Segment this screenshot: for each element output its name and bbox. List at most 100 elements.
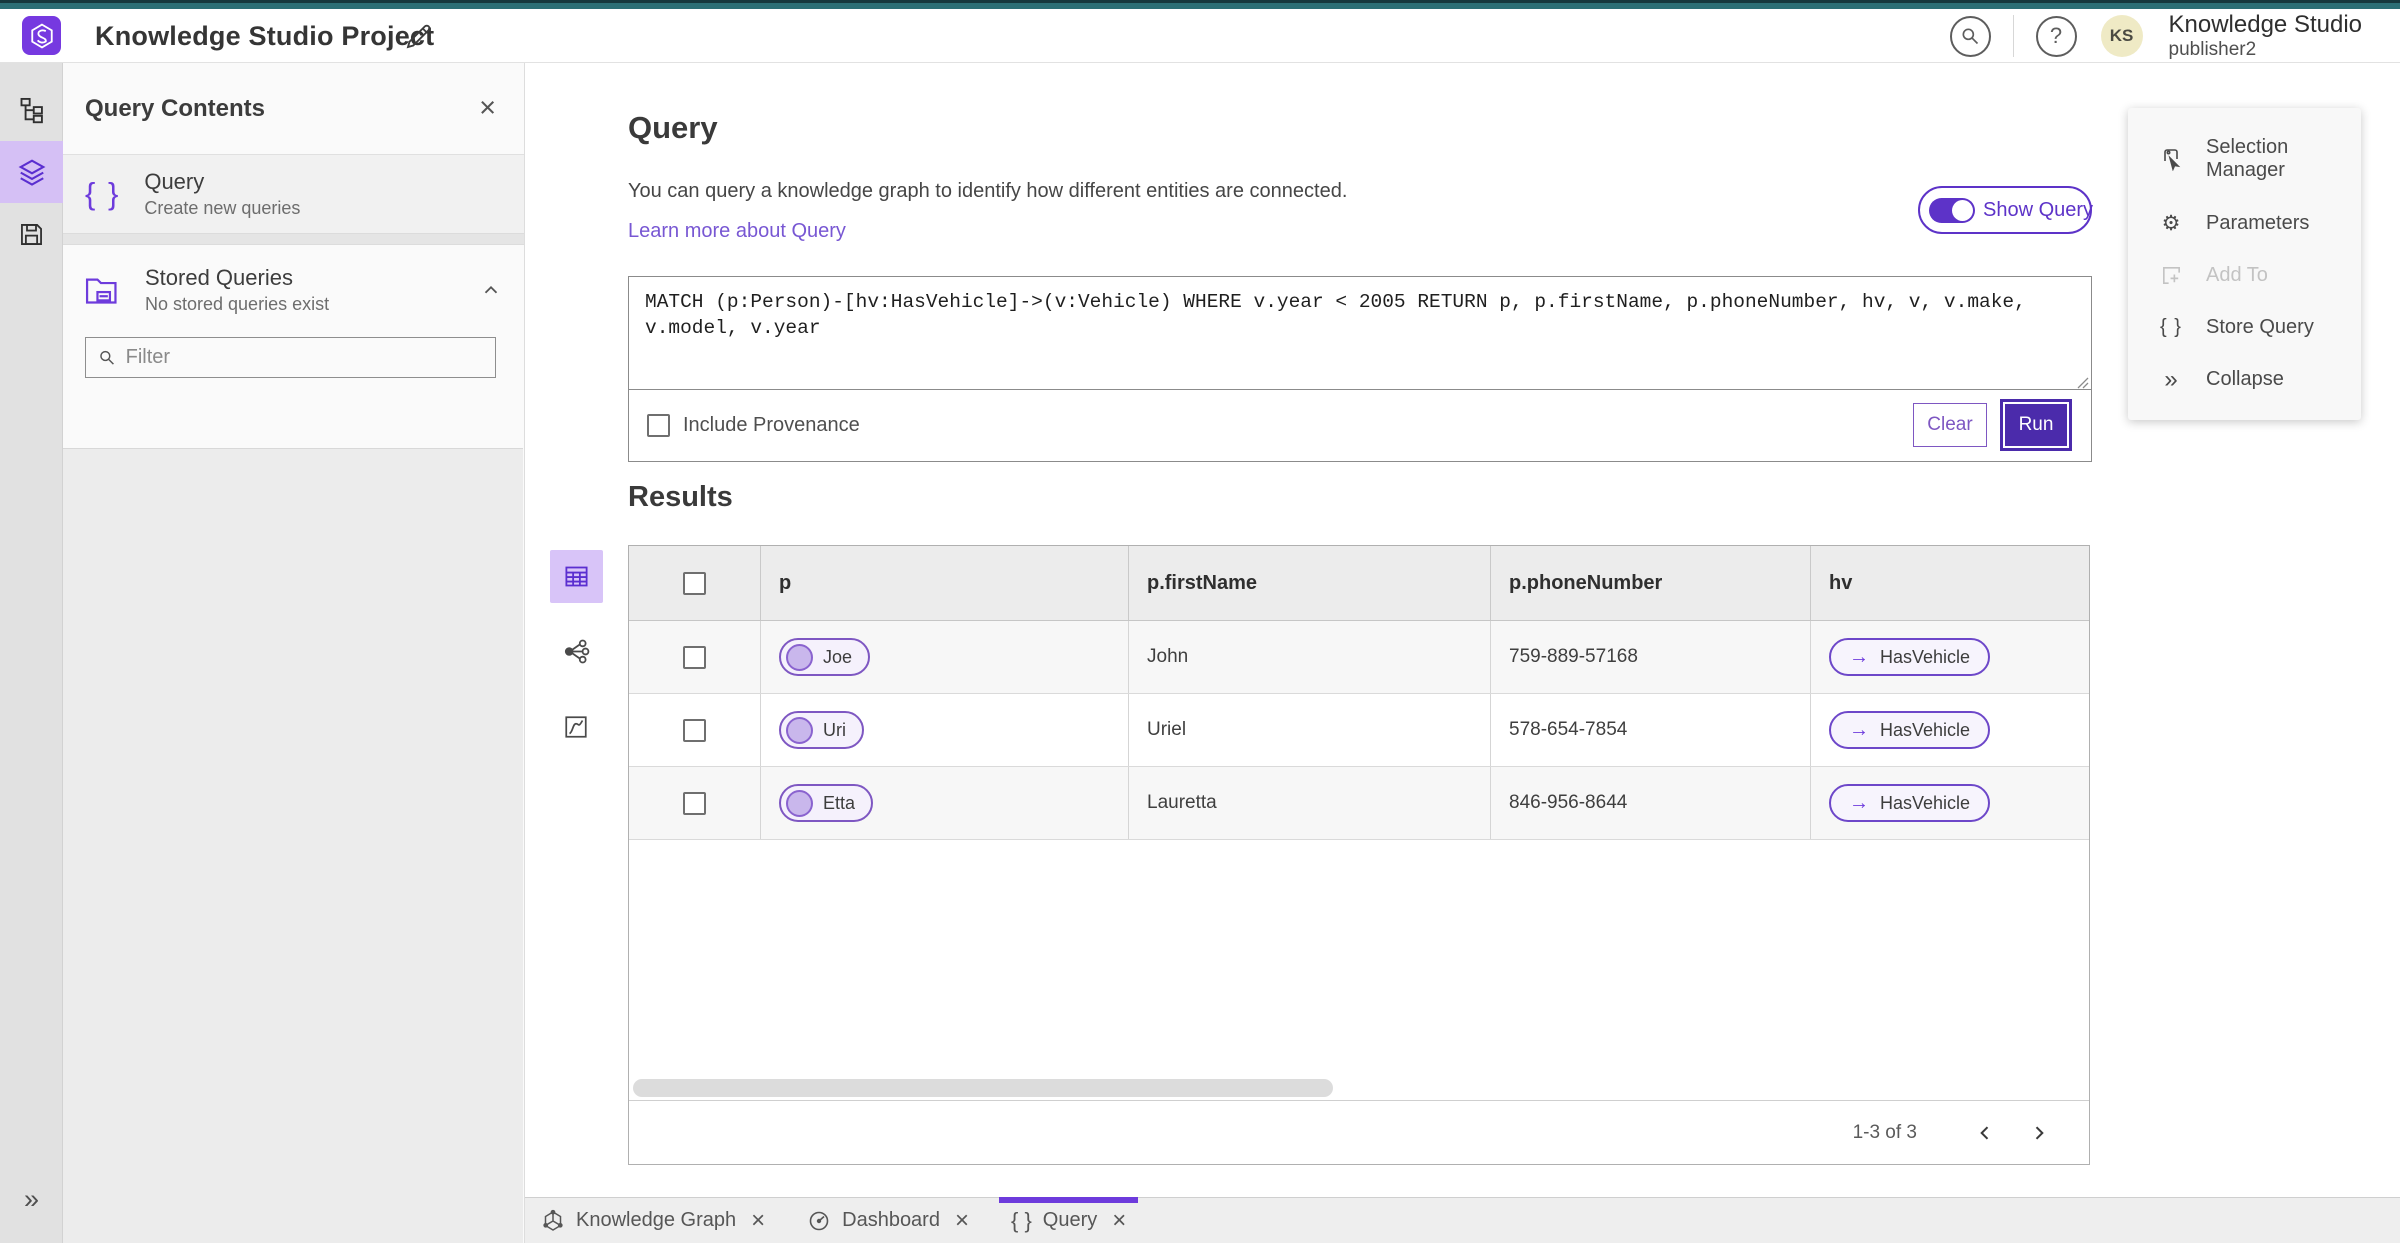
close-tab-icon[interactable]: ×: [751, 1208, 765, 1233]
cell-firstname: John: [1129, 621, 1491, 693]
help-button[interactable]: ?: [2035, 15, 2077, 57]
dashboard-icon: [809, 1211, 829, 1230]
query-contents-panel: Query Contents × { } Query Create new qu…: [63, 63, 525, 1243]
app-logo-icon[interactable]: [22, 16, 61, 55]
cell-phonenumber: 846-956-8644: [1491, 767, 1811, 839]
left-rail: »: [0, 63, 63, 1243]
collapse-icon: »: [2164, 365, 2178, 393]
graph-view-button[interactable]: [550, 625, 603, 678]
column-header-p[interactable]: p: [761, 546, 1129, 620]
table-row: Uri Uriel 578-654-7854 → HasVehicle: [629, 694, 2089, 767]
question-icon: ?: [2049, 23, 2063, 48]
stored-queries-title: Stored Queries: [145, 265, 293, 290]
row-checkbox[interactable]: [683, 718, 706, 742]
column-header-hv[interactable]: hv: [1811, 546, 2089, 620]
select-all-checkbox[interactable]: [683, 571, 706, 595]
query-list-item[interactable]: { } Query Create new queries: [63, 155, 524, 233]
selection-manager-icon: [2164, 149, 2181, 172]
toggle-on-icon: [1929, 197, 1975, 223]
tab-dashboard[interactable]: Dashboard ×: [803, 1198, 973, 1243]
close-tab-icon[interactable]: ×: [955, 1208, 969, 1233]
query-item-title: Query: [144, 169, 205, 194]
panel-title: Query Contents: [85, 94, 266, 122]
clear-button[interactable]: Clear: [1913, 403, 1987, 447]
save-icon: [21, 223, 42, 245]
results-heading: Results: [628, 481, 733, 513]
relationship-chip[interactable]: → HasVehicle: [1829, 711, 1991, 749]
previous-page-button[interactable]: [1965, 1113, 2005, 1153]
tab-knowledge-graph[interactable]: Knowledge Graph ×: [537, 1198, 769, 1243]
query-controls: Include Provenance Clear Run: [629, 390, 2091, 460]
main-content: Query You can query a knowledge graph to…: [525, 63, 2400, 1197]
product-name: Knowledge Studio: [2168, 10, 2362, 38]
parameters-item[interactable]: ⚙ Parameters: [2128, 211, 2361, 236]
row-checkbox[interactable]: [683, 645, 706, 669]
entity-chip[interactable]: Uri: [779, 711, 864, 749]
learn-more-link[interactable]: Learn more about Query: [628, 220, 846, 243]
filter-input[interactable]: [125, 346, 483, 369]
chevron-left-icon: [1980, 1125, 1989, 1140]
menu-item-label: Selection Manager: [2206, 136, 2289, 182]
query-description: You can query a knowledge graph to ident…: [628, 180, 1348, 202]
tab-query[interactable]: { } Query ×: [998, 1196, 1139, 1243]
entity-chip[interactable]: Etta: [779, 784, 874, 822]
divider: [2012, 15, 2014, 57]
table-footer: 1-3 of 3: [629, 1100, 2089, 1164]
results-table: p p.firstName p.phoneNumber hv Joe John …: [628, 545, 2090, 1165]
next-page-button[interactable]: [2019, 1113, 2059, 1153]
cell-firstname: Lauretta: [1129, 767, 1491, 839]
hierarchy-icon: [20, 97, 43, 124]
column-header-phonenumber[interactable]: p.phoneNumber: [1491, 546, 1811, 620]
braces-icon: { }: [1010, 1207, 1032, 1233]
relationship-chip[interactable]: → HasVehicle: [1829, 784, 1991, 822]
close-panel-button[interactable]: ×: [479, 94, 496, 123]
layers-icon: [18, 159, 45, 186]
horizontal-scrollbar[interactable]: [633, 1079, 1333, 1097]
collapse-item[interactable]: » Collapse: [2128, 365, 2361, 393]
resize-grip-icon[interactable]: [2077, 377, 2089, 389]
filter-box: [85, 337, 496, 378]
top-strip: [0, 0, 2400, 9]
braces-icon: { }: [2160, 316, 2182, 339]
table-icon: [564, 566, 588, 587]
query-heading: Query: [628, 110, 718, 145]
search-icon: [1962, 28, 1979, 45]
data-model-rail-button[interactable]: [0, 79, 63, 141]
knowledge-graph-icon: [543, 1209, 563, 1231]
user-block: Knowledge Studio publisher2: [2168, 10, 2362, 60]
row-checkbox[interactable]: [683, 791, 706, 815]
expand-panel-button[interactable]: »: [0, 1184, 63, 1215]
table-header-row: p p.firstName p.phoneNumber hv: [629, 546, 2089, 621]
stored-queries-folder-icon: [85, 278, 117, 304]
column-header-firstname[interactable]: p.firstName: [1129, 546, 1491, 620]
selection-manager-item[interactable]: Selection Manager: [2128, 136, 2361, 182]
query-actions-menu: Selection Manager ⚙ Parameters Add To { …: [2128, 108, 2361, 420]
store-query-item[interactable]: { } Store Query: [2128, 316, 2361, 339]
menu-item-label: Store Query: [2206, 316, 2314, 339]
cell-phonenumber: 578-654-7854: [1491, 694, 1811, 766]
avatar[interactable]: KS: [2100, 15, 2143, 57]
query-editor[interactable]: MATCH (p:Person)-[hv:HasVehicle]->(v:Veh…: [629, 277, 2091, 390]
table-view-button[interactable]: [549, 550, 603, 603]
include-provenance-checkbox[interactable]: [647, 413, 670, 437]
arrow-right-icon: →: [1849, 645, 1869, 668]
show-query-toggle[interactable]: Show Query: [1918, 186, 2093, 234]
relationship-chip[interactable]: → HasVehicle: [1829, 638, 1991, 676]
app-root: Knowledge Studio Project ? KS Knowledge …: [0, 0, 2400, 1243]
table-empty-area: [629, 840, 2089, 1100]
panel-header: Query Contents ×: [63, 63, 524, 155]
chevron-up-icon: [484, 285, 498, 294]
arrow-right-icon: →: [1849, 718, 1869, 741]
chart-view-button[interactable]: [550, 700, 603, 753]
page-title: Knowledge Studio Project: [95, 21, 435, 51]
layers-rail-button[interactable]: [0, 141, 63, 203]
stored-queries-header[interactable]: Stored Queries No stored queries exist: [63, 245, 524, 335]
close-tab-icon[interactable]: ×: [1112, 1208, 1126, 1233]
run-button[interactable]: Run: [2003, 402, 2069, 448]
gear-icon: ⚙: [2161, 211, 2181, 235]
search-button[interactable]: [1949, 15, 1991, 57]
edit-title-button[interactable]: [403, 20, 437, 54]
save-rail-button[interactable]: [0, 203, 63, 265]
cell-phonenumber: 759-889-57168: [1491, 621, 1811, 693]
entity-chip[interactable]: Joe: [779, 638, 871, 676]
